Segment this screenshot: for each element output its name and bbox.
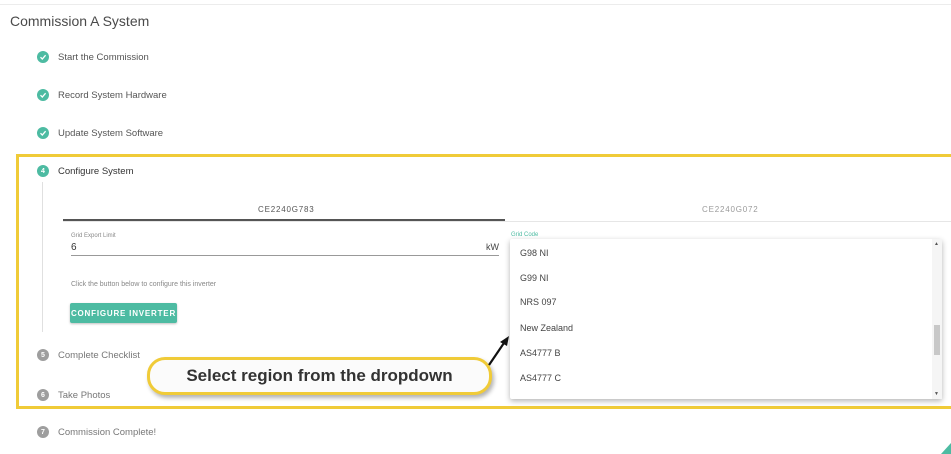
step-label: Record System Hardware bbox=[58, 89, 167, 101]
tab-inverter-2[interactable]: CE2240G072 bbox=[702, 205, 758, 214]
step-record-hardware[interactable]: Record System Hardware bbox=[37, 89, 167, 101]
step-configure-system[interactable]: 4 Configure System bbox=[37, 165, 134, 177]
step-take-photos[interactable]: 6 Take Photos bbox=[37, 389, 110, 401]
grid-export-label: Grid Export Limit bbox=[71, 233, 116, 239]
scroll-down-icon[interactable]: ▼ bbox=[934, 391, 939, 397]
dropdown-option[interactable]: G98 NI bbox=[520, 248, 549, 258]
step-connector bbox=[42, 182, 43, 332]
step-complete-checklist[interactable]: 5 Complete Checklist bbox=[37, 349, 140, 361]
pointer-arrow-icon bbox=[488, 336, 509, 366]
check-icon bbox=[37, 51, 49, 63]
grid-export-unit: kW bbox=[486, 242, 499, 252]
step-commission-complete[interactable]: 7 Commission Complete! bbox=[37, 426, 156, 438]
dropdown-option[interactable]: AS4777 C bbox=[520, 373, 561, 383]
dropdown-option[interactable]: New Zealand bbox=[520, 323, 573, 333]
step-start-commission[interactable]: Start the Commission bbox=[37, 51, 149, 63]
check-icon bbox=[37, 89, 49, 101]
tab-divider bbox=[63, 221, 951, 222]
top-divider bbox=[0, 4, 951, 5]
dropdown-option[interactable]: AS4777 B bbox=[520, 348, 561, 358]
grid-export-underline bbox=[71, 255, 499, 256]
dropdown-option[interactable]: NRS 097 bbox=[520, 297, 557, 307]
step-label: Configure System bbox=[58, 165, 134, 177]
grid-code-dropdown[interactable]: G98 NI G99 NI NRS 097 New Zealand AS4777… bbox=[510, 239, 942, 399]
step-update-software[interactable]: Update System Software bbox=[37, 127, 163, 139]
dropdown-scrollbar[interactable]: ▲ ▼ bbox=[932, 239, 942, 399]
step-label: Take Photos bbox=[58, 389, 111, 401]
step-number-badge: 5 bbox=[37, 349, 49, 361]
step-label: Commission Complete! bbox=[58, 426, 157, 438]
tab-active-indicator bbox=[63, 219, 505, 221]
check-icon bbox=[37, 127, 49, 139]
step-number-badge: 7 bbox=[37, 426, 49, 438]
tutorial-callout: Select region from the dropdown bbox=[147, 357, 492, 395]
corner-accent bbox=[941, 443, 951, 454]
scroll-up-icon[interactable]: ▲ bbox=[934, 241, 939, 247]
tab-inverter-1[interactable]: CE2240G783 bbox=[258, 205, 314, 214]
step-label: Update System Software bbox=[58, 127, 164, 139]
grid-export-input[interactable]: 6 bbox=[71, 242, 77, 253]
step-label: Start the Commission bbox=[58, 51, 149, 63]
grid-code-label: Grid Code bbox=[511, 232, 539, 238]
dropdown-option[interactable]: G99 NI bbox=[520, 273, 549, 283]
step-label: Complete Checklist bbox=[58, 349, 140, 361]
configure-hint: Click the button below to configure this… bbox=[71, 281, 217, 288]
step-number-badge: 4 bbox=[37, 165, 49, 177]
page-title: Commission A System bbox=[10, 13, 150, 29]
scroll-thumb[interactable] bbox=[934, 325, 940, 355]
configure-inverter-button[interactable]: CONFIGURE INVERTER bbox=[70, 303, 177, 323]
step-number-badge: 6 bbox=[37, 389, 49, 401]
